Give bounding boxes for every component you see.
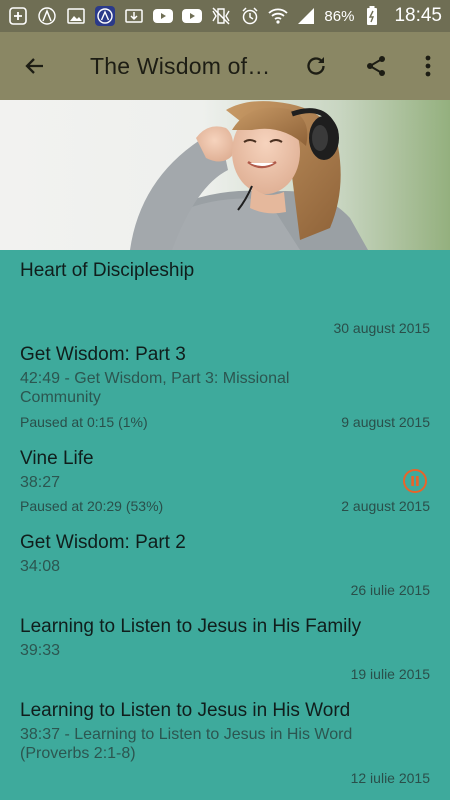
episode-list: Heart of Discipleship 30 august 2015 Get… [0,250,450,800]
back-button[interactable] [0,32,70,100]
add-icon [8,6,28,26]
episode-date: 9 august 2015 [341,414,430,430]
signal-icon [296,6,316,26]
episode-date: 12 iulie 2015 [350,770,430,786]
youtube-icon [153,6,173,26]
episode-item[interactable]: Learning to Listen to Jesus in His Word … [0,700,450,790]
episode-title: Vine Life [20,448,94,469]
autodesk-icon [37,6,57,26]
app-logo-icon [95,6,115,26]
wifi-icon [268,6,289,26]
episode-date: 30 august 2015 [333,320,430,336]
episode-date: 26 iulie 2015 [350,582,430,598]
arrow-left-icon [25,58,43,74]
episode-progress: Paused at 20:29 (53%) [20,498,164,514]
episode-duration: 34:08 [20,558,61,575]
page-title: The Wisdom of God [90,52,274,79]
status-bar: 86% 18:45 [0,0,450,32]
episode-date: 2 august 2015 [341,498,430,514]
episode-progress: Paused at 0:15 (1%) [20,414,148,430]
toolbar-actions [286,32,450,100]
episode-title: Get Wisdom: Part 3 [20,344,186,365]
episode-date: 19 iulie 2015 [350,666,430,682]
episode-description: 42:49 - Get Wisdom, Part 3: Missional Co… [20,370,290,406]
episode-description: 38:37 - Learning to Listen to Jesus in H… [20,726,353,762]
more-vert-icon [425,55,431,77]
youtube-icon-2 [182,6,202,26]
vibrate-mute-icon [211,6,231,26]
episode-item[interactable]: Vine Life 38:27 Paused at 20:29 (53%) 2 … [0,448,450,518]
share-icon [367,56,385,76]
refresh-icon [307,57,325,75]
clock: 18:45 [394,5,442,26]
notification-icons [8,6,260,26]
alarm-icon [240,6,260,26]
app-toolbar: The Wisdom of God [0,32,450,100]
cover-illustration [130,101,368,250]
pause-button[interactable] [402,468,428,494]
episode-title: Get Wisdom: Part 2 [20,532,186,553]
refresh-button[interactable] [286,32,346,100]
episode-item[interactable]: Get Wisdom: Part 2 34:08 26 iulie 2015 [0,532,450,602]
episode-title: Learning to Listen to Jesus in His Famil… [20,616,362,637]
pause-circle-icon [403,469,427,493]
episode-duration: 38:27 [20,474,61,491]
overflow-menu-button[interactable] [406,32,450,100]
download-icon [124,6,144,26]
episode-item[interactable]: Learning to Listen to Jesus in His Famil… [0,616,450,686]
podcast-cover-image [0,100,450,250]
episode-item[interactable]: Get Wisdom: Part 3 42:49 - Get Wisdom, P… [0,344,450,434]
system-status: 86% 18:45 [268,5,442,27]
battery-icon [362,6,382,26]
episode-title: Learning to Listen to Jesus in His Word [20,700,351,721]
episode-title: Heart of Discipleship [20,260,195,281]
share-button[interactable] [346,32,406,100]
episode-duration: 39:33 [20,642,61,659]
episode-item[interactable]: Heart of Discipleship 30 august 2015 [0,260,450,344]
battery-percent: 86% [324,7,355,25]
gallery-icon [66,6,86,26]
